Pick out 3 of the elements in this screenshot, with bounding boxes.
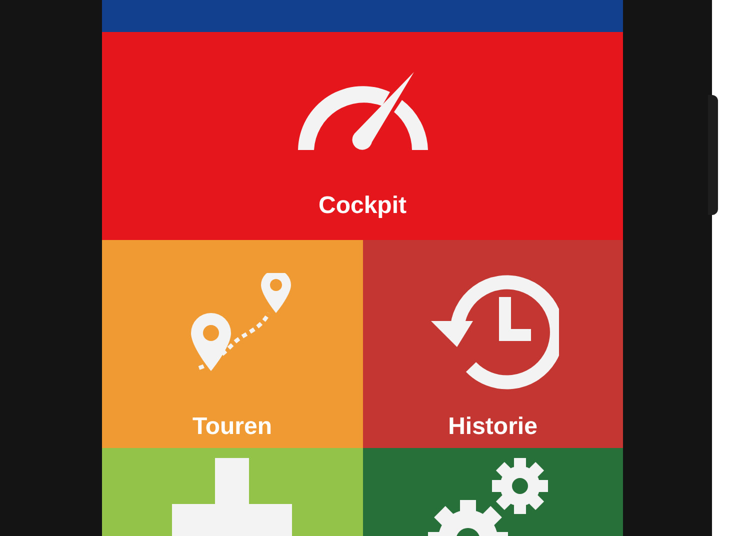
- menu-tile[interactable]: Historie: [362, 240, 623, 448]
- menu-tile[interactable]: Cockpit: [102, 32, 623, 240]
- menu-tile[interactable]: [102, 0, 623, 32]
